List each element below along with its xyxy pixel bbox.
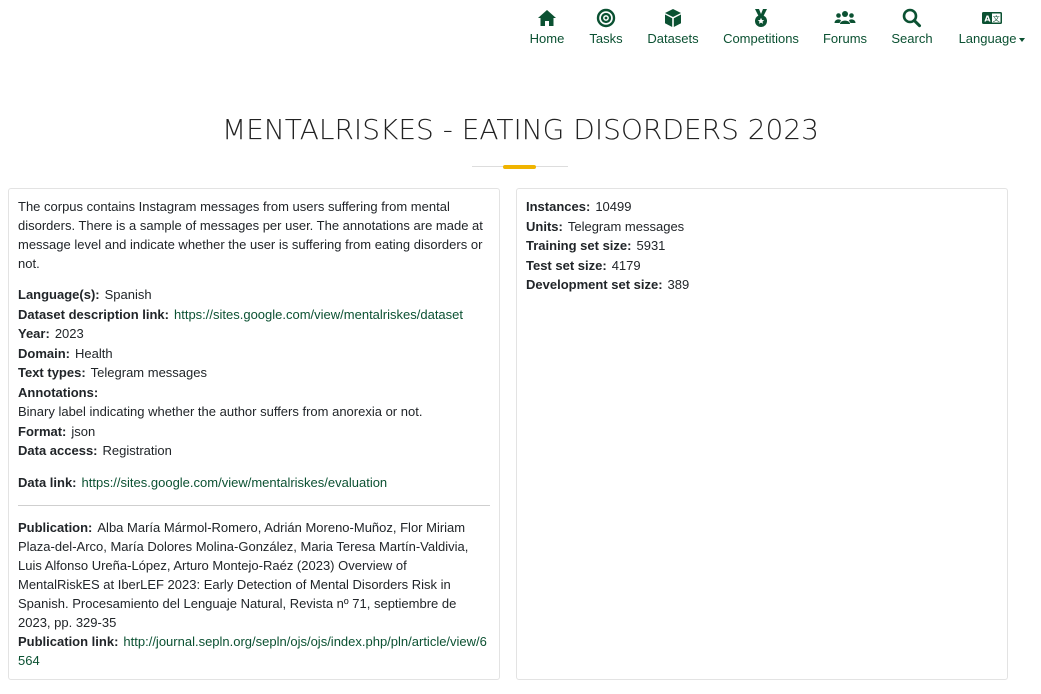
nav-datasets-label: Datasets xyxy=(647,31,699,46)
language-icon: A 文 xyxy=(982,12,1002,24)
description-link-label: Dataset description link: xyxy=(18,306,169,322)
publication-row: Publication: Alba María Mármol-Romero, Ad… xyxy=(18,518,490,632)
nav-search-label: Search xyxy=(891,31,933,46)
nav-competitions[interactable]: Competitions xyxy=(722,8,800,48)
description-link-row: Dataset description link: https://sites.g… xyxy=(18,305,490,325)
nav-tasks[interactable]: Tasks xyxy=(588,8,624,48)
target-icon xyxy=(596,8,616,28)
data-access-row: Data access: Registration xyxy=(18,441,490,461)
dataset-description: The corpus contains Instagram messages f… xyxy=(18,199,483,271)
units-value: Telegram messages xyxy=(567,218,685,234)
nav-home-label: Home xyxy=(529,31,565,46)
nav-home[interactable]: Home xyxy=(529,8,565,48)
instances-value: 10499 xyxy=(595,199,632,214)
nav-datasets[interactable]: Datasets xyxy=(646,8,700,48)
nav-search[interactable]: Search xyxy=(891,8,933,48)
data-access-label: Data access: xyxy=(18,443,98,458)
year-label: Year: xyxy=(18,326,50,341)
title-accent-bar xyxy=(503,165,536,169)
svg-text:文: 文 xyxy=(993,14,1000,23)
language-value: Spanish xyxy=(104,287,152,302)
annotations-row: Annotations: xyxy=(18,383,490,403)
nav-forums[interactable]: Forums xyxy=(823,8,867,48)
top-navbar: Home Tasks Datasets Competitions Forums … xyxy=(0,8,1041,58)
nav-competitions-label: Competitions xyxy=(723,31,799,46)
annotations-value: Binary label indicating whether the auth… xyxy=(18,404,423,419)
units-label: Units: xyxy=(526,218,563,234)
data-link-row: Data link: https://sites.google.com/view/… xyxy=(18,473,490,493)
data-link[interactable]: https://sites.google.com/view/mentalrisk… xyxy=(82,475,388,490)
language-label: Language(s): xyxy=(18,287,100,302)
dev-size-row: Development set size: 389 xyxy=(526,275,998,295)
text-types-label: Text types: xyxy=(18,365,86,380)
format-value: json xyxy=(71,423,96,439)
publication-link-row: Publication link: http://journal.sepln.or… xyxy=(18,632,490,670)
units-row: Units: Telegram messages xyxy=(526,217,998,237)
instances-label: Instances: xyxy=(526,199,591,214)
publication-citation: Alba María Mármol-Romero, Adrián Moreno-… xyxy=(18,520,469,630)
text-types-value: Telegram messages xyxy=(90,365,207,380)
test-size-row: Test set size: 4179 xyxy=(526,256,998,276)
page-title: MENTALRISKES - EATING DISORDERS 2023 xyxy=(222,113,819,146)
nav-language-dropdown[interactable]: A 文 Language xyxy=(957,8,1027,48)
medal-icon xyxy=(755,9,767,27)
home-icon xyxy=(538,10,556,26)
training-size-row: Training set size: 5931 xyxy=(526,236,998,256)
data-access-value: Registration xyxy=(102,443,172,458)
dataset-details-card: The corpus contains Instagram messages f… xyxy=(8,188,500,680)
svg-text:A: A xyxy=(984,15,991,24)
domain-row: Domain: Health xyxy=(18,344,490,364)
domain-value: Health xyxy=(75,345,113,361)
dataset-stats-card: Instances: 10499 Units: Telegram messages … xyxy=(516,188,1008,680)
language-row: Language(s): Spanish xyxy=(18,285,490,305)
caret-down-icon xyxy=(1019,37,1026,42)
section-divider xyxy=(18,505,490,506)
users-icon xyxy=(834,11,856,24)
dataset-description-link[interactable]: https://sites.google.com/view/mentalrisk… xyxy=(174,307,463,322)
test-size-value: 4179 xyxy=(611,257,641,273)
instances-row: Instances: 10499 xyxy=(526,197,998,217)
training-size-value: 5931 xyxy=(636,238,666,253)
cube-icon xyxy=(665,9,681,27)
test-size-label: Test set size: xyxy=(526,257,607,273)
domain-label: Domain: xyxy=(18,345,70,361)
dev-size-label: Development set size: xyxy=(526,277,663,292)
format-label: Format: xyxy=(18,423,67,439)
format-row: Format: json xyxy=(18,422,490,442)
publication-link-label: Publication link: xyxy=(18,634,119,649)
year-row: Year: 2023 xyxy=(18,324,490,344)
year-value: 2023 xyxy=(54,326,84,341)
data-link-label: Data link: xyxy=(18,474,77,490)
search-icon xyxy=(902,8,921,28)
nav-tasks-label: Tasks xyxy=(589,31,623,46)
publication-label: Publication: xyxy=(18,520,93,535)
nav-forums-label: Forums xyxy=(822,31,868,46)
nav-language-label: Language xyxy=(959,30,1026,48)
dev-size-value: 389 xyxy=(667,277,690,292)
training-size-label: Training set size: xyxy=(526,238,632,253)
text-types-row: Text types: Telegram messages xyxy=(18,363,490,383)
annotations-label: Annotations: xyxy=(18,384,99,400)
